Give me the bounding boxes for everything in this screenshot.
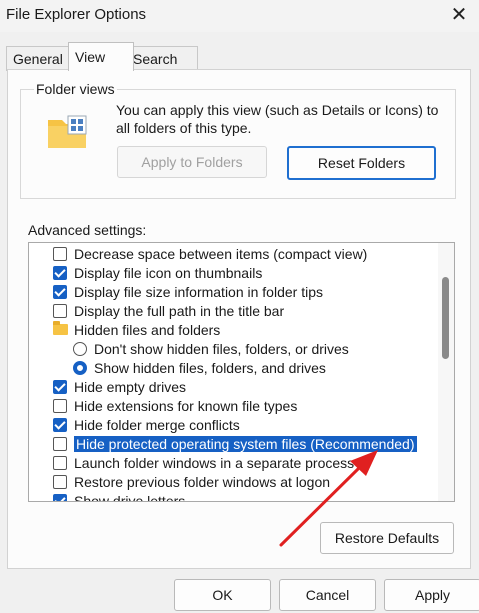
setting-label: Don't show hidden files, folders, or dri… (94, 340, 349, 357)
setting-file-size-tips[interactable]: Display file size information in folder … (29, 282, 323, 301)
setting-hide-merge-conflicts[interactable]: Hide folder merge conflicts (29, 415, 240, 434)
setting-separate-process[interactable]: Launch folder windows in a separate proc… (29, 453, 354, 472)
setting-label: Hide empty drives (74, 378, 187, 395)
tab-general[interactable]: General (6, 46, 76, 71)
setting-label: Hide protected operating system files (R… (73, 434, 418, 453)
setting-label: Display file size information in folder … (74, 283, 323, 300)
radio-button[interactable] (73, 360, 87, 375)
checkbox[interactable] (53, 417, 67, 432)
setting-label: Display the full path in the title bar (74, 302, 285, 319)
restore-defaults-button[interactable]: Restore Defaults (320, 522, 454, 554)
setting-label: Decrease space between items (compact vi… (74, 245, 368, 262)
setting-compact-view[interactable]: Decrease space between items (compact vi… (29, 244, 367, 263)
scrollbar-thumb[interactable] (442, 277, 449, 359)
folder-views-description: You can apply this view (such as Details… (116, 102, 439, 136)
setting-hide-empty-drives[interactable]: Hide empty drives (29, 377, 186, 396)
setting-label: Restore previous folder windows at logon (74, 473, 331, 490)
window-title: File Explorer Options (6, 6, 147, 23)
close-icon[interactable]: ✕ (447, 2, 471, 26)
checkbox[interactable] (53, 455, 67, 470)
checkbox[interactable] (53, 246, 67, 261)
checkbox[interactable] (53, 284, 67, 299)
advanced-settings-label: Advanced settings: (28, 222, 147, 238)
checkbox[interactable] (53, 493, 67, 501)
setting-label: Show drive letters (74, 492, 186, 502)
setting-show-hidden[interactable]: Show hidden files, folders, and drives (29, 358, 326, 377)
ok-button[interactable]: OK (174, 579, 271, 611)
folder-views-label: Folder views (34, 81, 117, 97)
setting-hide-extensions[interactable]: Hide extensions for known file types (29, 396, 297, 415)
checkbox[interactable] (53, 398, 67, 413)
tab-view[interactable]: View (68, 42, 134, 71)
setting-hide-protected-os-files[interactable]: Hide protected operating system files (R… (29, 434, 418, 453)
setting-full-path-title[interactable]: Display the full path in the title bar (29, 301, 284, 320)
setting-show-drive-letters[interactable]: Show drive letters (29, 491, 186, 502)
checkbox[interactable] (53, 303, 67, 318)
cancel-button[interactable]: Cancel (279, 579, 376, 611)
tab-search[interactable]: Search (126, 46, 198, 71)
checkbox[interactable] (53, 265, 67, 280)
reset-folders-button[interactable]: Reset Folders (287, 146, 436, 180)
setting-restore-windows[interactable]: Restore previous folder windows at logon (29, 472, 330, 491)
radio-button[interactable] (73, 341, 87, 356)
setting-dont-show-hidden[interactable]: Don't show hidden files, folders, or dri… (29, 339, 349, 358)
setting-label: Show hidden files, folders, and drives (94, 359, 326, 376)
checkbox[interactable] (53, 436, 67, 451)
scrollbar[interactable] (438, 243, 454, 501)
apply-button[interactable]: Apply (384, 579, 479, 611)
folder-views-icon (48, 115, 87, 148)
setting-label: Display file icon on thumbnails (74, 264, 263, 281)
setting-file-icon-thumbnails[interactable]: Display file icon on thumbnails (29, 263, 262, 282)
setting-label: Hidden files and folders (74, 321, 221, 338)
folder-icon (53, 321, 68, 335)
setting-label: Hide extensions for known file types (74, 397, 298, 414)
setting-hidden-files-group: Hidden files and folders (29, 320, 220, 339)
setting-label: Hide folder merge conflicts (74, 416, 240, 433)
checkbox[interactable] (53, 474, 67, 489)
checkbox[interactable] (53, 379, 67, 394)
setting-label: Launch folder windows in a separate proc… (74, 454, 355, 471)
advanced-settings-tree[interactable]: Decrease space between items (compact vi… (28, 242, 455, 502)
apply-to-folders-button[interactable]: Apply to Folders (117, 146, 267, 178)
title-bar: File Explorer Options ✕ (0, 0, 479, 32)
